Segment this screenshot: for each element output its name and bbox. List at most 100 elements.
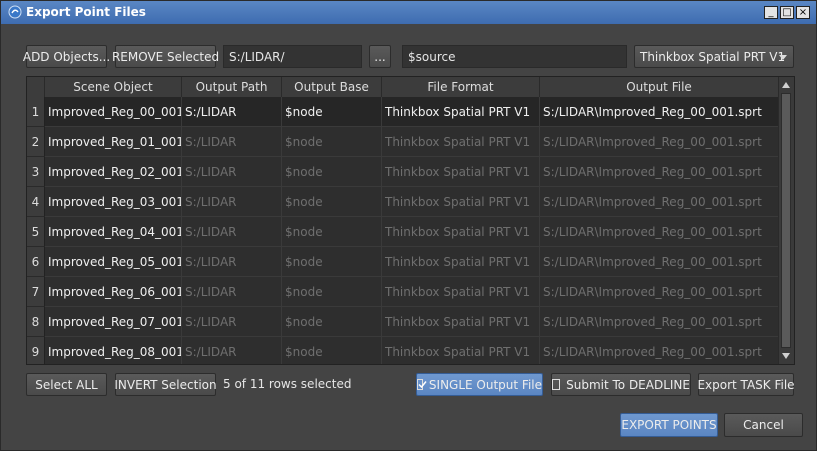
cell-object[interactable]: Improved_Reg_03_001: [45, 187, 182, 217]
table-row[interactable]: 4 Improved_Reg_03_001 S:/LIDAR $node Thinkbo…: [27, 187, 779, 217]
cell-path[interactable]: S:/LIDAR: [182, 277, 282, 307]
export-points-button[interactable]: EXPORT POINTS: [620, 413, 718, 437]
minimize-icon[interactable]: _: [764, 6, 778, 19]
browse-path-button[interactable]: ...: [369, 45, 391, 68]
cell-base[interactable]: $node: [282, 97, 382, 127]
cell-file[interactable]: S:/LIDAR\Improved_Reg_00_001.sprt: [540, 217, 779, 247]
export-task-file-button[interactable]: Export TASK File: [697, 373, 795, 396]
table-row[interactable]: 5 Improved_Reg_04_001 S:/LIDAR $node Thinkbo…: [27, 217, 779, 247]
cell-file[interactable]: S:/LIDAR\Improved_Reg_00_001.sprt: [540, 187, 779, 217]
cell-base[interactable]: $node: [282, 277, 382, 307]
table-row[interactable]: 6 Improved_Reg_05_001 S:/LIDAR $node Thinkbo…: [27, 247, 779, 277]
cell-base[interactable]: $node: [282, 127, 382, 157]
table-row[interactable]: 2 Improved_Reg_01_001 S:/LIDAR $node Thinkbo…: [27, 127, 779, 157]
cell-format[interactable]: Thinkbox Spatial PRT V1: [382, 127, 540, 157]
submit-to-deadline-toggle[interactable]: Submit To DEADLINE: [551, 373, 691, 396]
cell-format[interactable]: Thinkbox Spatial PRT V1: [382, 97, 540, 127]
output-path-input[interactable]: S:/LIDAR/: [223, 45, 362, 68]
add-objects-button[interactable]: ADD Objects...: [23, 45, 110, 68]
row-number[interactable]: 2: [27, 127, 45, 157]
cell-object[interactable]: Improved_Reg_07_001: [45, 307, 182, 337]
chevron-down-icon: [779, 55, 787, 60]
objects-table: Scene Object Output Path Output Base Fil…: [26, 76, 795, 365]
column-header-scene-object[interactable]: Scene Object: [45, 77, 182, 97]
cell-base[interactable]: $node: [282, 307, 382, 337]
submit-to-deadline-label: Submit To DEADLINE: [566, 377, 690, 392]
column-header-output-file[interactable]: Output File: [540, 77, 779, 97]
cell-object[interactable]: Improved_Reg_05_001: [45, 247, 182, 277]
single-output-file-toggle[interactable]: SINGLE Output File: [416, 373, 543, 396]
cell-path[interactable]: S:/LIDAR: [182, 217, 282, 247]
cell-base[interactable]: $node: [282, 247, 382, 277]
cell-format[interactable]: Thinkbox Spatial PRT V1: [382, 307, 540, 337]
row-number-header: [27, 77, 45, 97]
cell-format[interactable]: Thinkbox Spatial PRT V1: [382, 277, 540, 307]
title-bar[interactable]: Export Point Files _ □ ×: [1, 1, 816, 24]
cell-path[interactable]: S:/LIDAR: [182, 127, 282, 157]
row-number[interactable]: 7: [27, 277, 45, 307]
cell-file[interactable]: S:/LIDAR\Improved_Reg_00_001.sprt: [540, 97, 779, 127]
single-output-file-label: SINGLE Output File: [428, 377, 542, 392]
cell-path[interactable]: S:/LIDAR: [182, 187, 282, 217]
cell-object[interactable]: Improved_Reg_01_001: [45, 127, 182, 157]
export-point-files-dialog: Export Point Files _ □ × ADD Objects... …: [0, 0, 817, 451]
scrollbar-thumb[interactable]: [781, 93, 791, 348]
remove-selected-button[interactable]: REMOVE Selected: [112, 45, 219, 68]
cell-file[interactable]: S:/LIDAR\Improved_Reg_00_001.sprt: [540, 157, 779, 187]
column-header-output-base[interactable]: Output Base: [282, 77, 382, 97]
cell-path[interactable]: S:/LIDAR: [182, 337, 282, 364]
row-number[interactable]: 1: [27, 97, 45, 127]
select-all-button[interactable]: Select ALL: [26, 373, 107, 396]
table-vertical-scrollbar[interactable]: [778, 77, 794, 364]
column-header-file-format[interactable]: File Format: [382, 77, 540, 97]
table-row[interactable]: 3 Improved_Reg_02_001 S:/LIDAR $node Thinkbo…: [27, 157, 779, 187]
cell-object[interactable]: Improved_Reg_00_001: [45, 97, 182, 127]
cell-format[interactable]: Thinkbox Spatial PRT V1: [382, 217, 540, 247]
row-number[interactable]: 9: [27, 337, 45, 364]
cell-object[interactable]: Improved_Reg_04_001: [45, 217, 182, 247]
table-row[interactable]: 9 Improved_Reg_08_001 S:/LIDAR $node Thinkbo…: [27, 337, 779, 364]
cell-file[interactable]: S:/LIDAR\Improved_Reg_00_001.sprt: [540, 277, 779, 307]
table-row[interactable]: 8 Improved_Reg_07_001 S:/LIDAR $node Thinkbo…: [27, 307, 779, 337]
cell-format[interactable]: Thinkbox Spatial PRT V1: [382, 247, 540, 277]
column-header-output-path[interactable]: Output Path: [182, 77, 282, 97]
scroll-down-icon[interactable]: [782, 353, 790, 359]
teapot-app-icon: [8, 5, 22, 19]
row-number[interactable]: 5: [27, 217, 45, 247]
cell-file[interactable]: S:/LIDAR\Improved_Reg_00_001.sprt: [540, 247, 779, 277]
cell-object[interactable]: Improved_Reg_08_001: [45, 337, 182, 364]
cell-file[interactable]: S:/LIDAR\Improved_Reg_00_001.sprt: [540, 127, 779, 157]
row-number[interactable]: 3: [27, 157, 45, 187]
row-number[interactable]: 8: [27, 307, 45, 337]
cell-path[interactable]: S:/LIDAR: [182, 157, 282, 187]
selection-status-text: 5 of 11 rows selected: [223, 377, 352, 391]
row-number[interactable]: 6: [27, 247, 45, 277]
table-row[interactable]: 7 Improved_Reg_06_001 S:/LIDAR $node Thinkbo…: [27, 277, 779, 307]
checkbox-checked-icon: [417, 379, 427, 390]
cell-base[interactable]: $node: [282, 217, 382, 247]
cell-file[interactable]: S:/LIDAR\Improved_Reg_00_001.sprt: [540, 307, 779, 337]
file-format-dropdown[interactable]: Thinkbox Spatial PRT V1: [634, 45, 794, 68]
cell-path[interactable]: S:/LIDAR: [182, 97, 282, 127]
cell-path[interactable]: S:/LIDAR: [182, 247, 282, 277]
window-title: Export Point Files: [26, 5, 146, 19]
cell-format[interactable]: Thinkbox Spatial PRT V1: [382, 187, 540, 217]
table-row[interactable]: 1 Improved_Reg_00_001 S:/LIDAR $node Thinkbo…: [27, 97, 779, 127]
output-base-input[interactable]: $source: [402, 45, 627, 68]
cell-format[interactable]: Thinkbox Spatial PRT V1: [382, 337, 540, 364]
cell-file[interactable]: S:/LIDAR\Improved_Reg_00_001.sprt: [540, 337, 779, 364]
row-number[interactable]: 4: [27, 187, 45, 217]
cell-base[interactable]: $node: [282, 187, 382, 217]
cell-object[interactable]: Improved_Reg_02_001: [45, 157, 182, 187]
cell-object[interactable]: Improved_Reg_06_001: [45, 277, 182, 307]
cancel-button[interactable]: Cancel: [724, 413, 803, 437]
invert-selection-button[interactable]: INVERT Selection: [114, 373, 217, 396]
cell-path[interactable]: S:/LIDAR: [182, 307, 282, 337]
cell-format[interactable]: Thinkbox Spatial PRT V1: [382, 157, 540, 187]
cell-base[interactable]: $node: [282, 157, 382, 187]
maximize-icon[interactable]: □: [780, 6, 794, 19]
close-icon[interactable]: ×: [796, 6, 810, 19]
table-header: Scene Object Output Path Output Base Fil…: [27, 77, 779, 98]
cell-base[interactable]: $node: [282, 337, 382, 364]
scroll-up-icon[interactable]: [782, 82, 790, 88]
